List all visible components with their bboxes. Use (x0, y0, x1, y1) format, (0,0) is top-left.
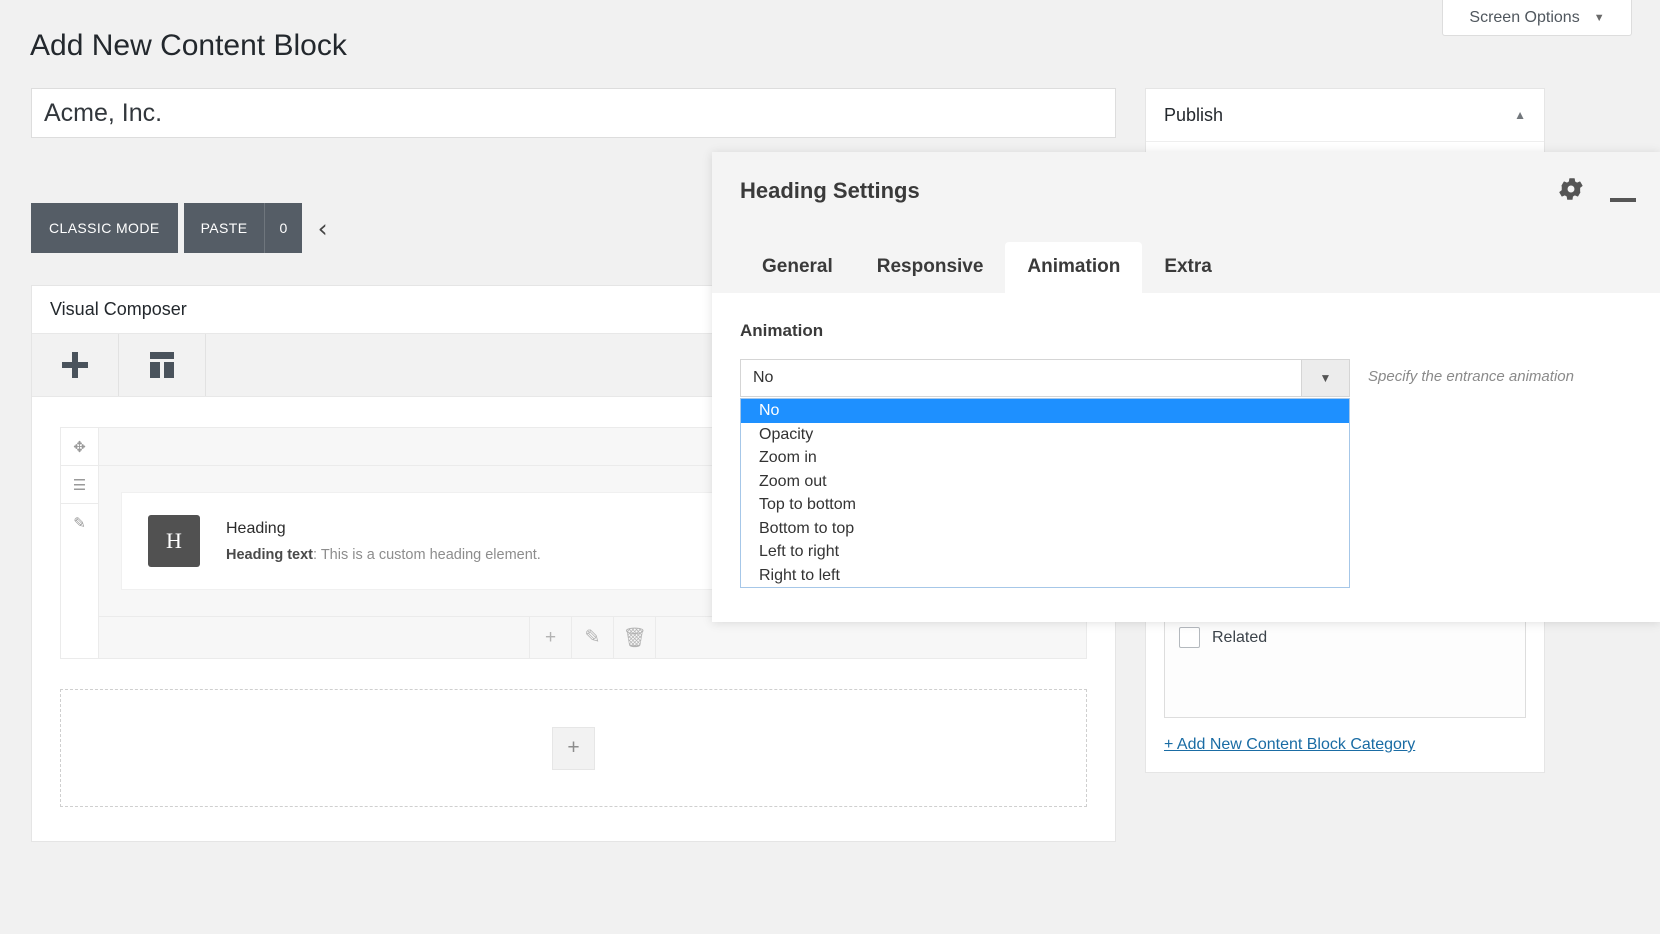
page-title: Add New Content Block (30, 29, 347, 62)
vc-element-description: Heading text: This is a custom heading e… (226, 547, 541, 563)
row-layout-icon[interactable]: ☰ (61, 466, 98, 504)
animation-select[interactable]: No ▼ (740, 359, 1350, 397)
post-title-input[interactable] (31, 88, 1116, 138)
chevron-down-icon: ▼ (1593, 11, 1605, 24)
modal-tabs: General Responsive Animation Extra (740, 240, 1660, 293)
gear-icon[interactable] (1558, 176, 1584, 207)
vc-element-desc-label: Heading text (226, 546, 314, 563)
vc-row-bottom-toolbar: + ✎ 🗑 (99, 616, 1086, 658)
option-zoom-in[interactable]: Zoom in (741, 446, 1349, 470)
heading-element-icon: H (148, 515, 200, 567)
add-element-button[interactable] (32, 334, 119, 396)
screen-options-button[interactable]: Screen Options ▼ (1442, 0, 1632, 36)
chevron-left-icon[interactable]: ‹ (318, 216, 328, 241)
option-left-to-right[interactable]: Left to right (741, 540, 1349, 564)
screen-options-label: Screen Options (1469, 8, 1580, 26)
vc-row-controls: ✥ ☰ ✎ (61, 428, 99, 658)
tab-extra[interactable]: Extra (1142, 242, 1234, 293)
animation-field-label: Animation (740, 321, 824, 340)
tab-animation[interactable]: Animation (1005, 242, 1143, 293)
animation-select-dropdown[interactable]: No Opacity Zoom in Zoom out Top to botto… (740, 398, 1350, 588)
checkbox-related[interactable] (1179, 627, 1200, 648)
add-row-icon[interactable]: + (552, 726, 595, 770)
add-row-layout-button[interactable] (119, 334, 206, 396)
delete-element-icon[interactable]: 🗑 (613, 617, 656, 658)
move-row-handle[interactable]: ✥ (61, 428, 98, 466)
minimize-icon[interactable] (1610, 197, 1636, 202)
option-opacity[interactable]: Opacity (741, 423, 1349, 447)
chevron-down-icon[interactable]: ▼ (1301, 360, 1349, 396)
chevron-up-icon[interactable]: ▲ (1514, 108, 1526, 122)
add-element-icon[interactable]: + (529, 617, 571, 658)
heading-settings-modal: Heading Settings General Responsive Anim… (712, 152, 1660, 622)
modal-title: Heading Settings (740, 178, 920, 203)
animation-field-row: No ▼ No Opacity Zoom in Zoom out Top to … (740, 359, 1632, 588)
classic-mode-button[interactable]: CLASSIC MODE (31, 203, 178, 253)
animation-select-wrapper: No ▼ No Opacity Zoom in Zoom out Top to … (740, 359, 1350, 588)
paste-button[interactable]: PASTE (183, 203, 266, 253)
animation-field-description: Specify the entrance animation (1368, 368, 1574, 385)
publish-box-header[interactable]: Publish ▲ (1146, 89, 1544, 142)
add-new-category-link[interactable]: + Add New Content Block Category (1164, 736, 1415, 754)
layout-grid-icon (148, 351, 176, 379)
vc-element-title: Heading (226, 519, 286, 537)
edit-row-icon[interactable]: ✎ (61, 504, 98, 541)
option-no[interactable]: No (741, 399, 1349, 423)
modal-actions (1558, 176, 1636, 207)
vc-empty-row-placeholder[interactable]: + (60, 689, 1087, 807)
option-right-to-left[interactable]: Right to left (741, 564, 1349, 588)
vc-element-desc-sep: : (313, 546, 321, 563)
edit-element-icon[interactable]: ✎ (571, 617, 613, 658)
paste-count-badge[interactable]: 0 (265, 203, 302, 253)
publish-box-title: Publish (1164, 104, 1224, 125)
category-item-related[interactable]: Related (1179, 622, 1521, 653)
tab-responsive[interactable]: Responsive (855, 242, 1006, 293)
vc-mode-toolbar: CLASSIC MODE PASTE 0 ‹ (31, 203, 328, 253)
category-label: Related (1212, 628, 1268, 646)
vc-element-desc-value: This is a custom heading element. (320, 546, 541, 563)
modal-content: Animation No ▼ No Opacity Zoom in Zoom o… (712, 293, 1660, 622)
vc-element-text: Heading Heading text: This is a custom h… (226, 520, 541, 563)
option-zoom-out[interactable]: Zoom out (741, 470, 1349, 494)
option-top-to-bottom[interactable]: Top to bottom (741, 493, 1349, 517)
option-bottom-to-top[interactable]: Bottom to top (741, 517, 1349, 541)
tab-general[interactable]: General (740, 242, 855, 293)
animation-select-value: No (753, 369, 774, 386)
plus-icon (62, 352, 88, 378)
